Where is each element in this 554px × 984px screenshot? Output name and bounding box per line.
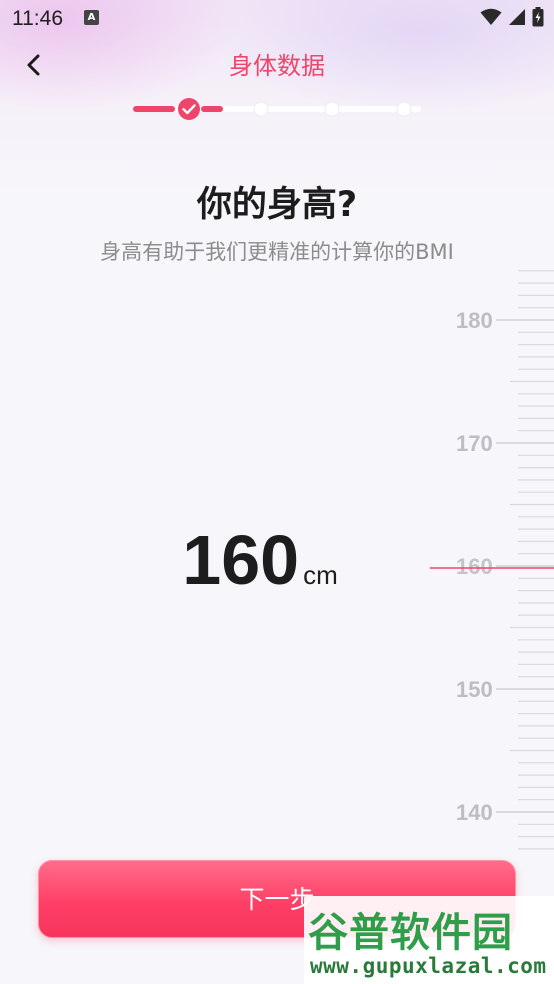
page-title: 身体数据 bbox=[229, 52, 325, 80]
status-bar: 11:46 A bbox=[0, 0, 554, 38]
ruler-label: 180 bbox=[456, 308, 493, 333]
height-unit: cm bbox=[303, 560, 338, 590]
stepper-step-current bbox=[178, 98, 200, 120]
watermark-title: 谷普软件园 bbox=[308, 910, 513, 956]
watermark-url: www.gupuxlazal.com bbox=[310, 954, 547, 978]
status-indicators bbox=[480, 7, 544, 27]
ruler-label: 160 bbox=[456, 554, 493, 579]
question-title: 你的身高? bbox=[196, 185, 358, 225]
notification-a-icon: A bbox=[84, 10, 99, 25]
stepper-step-3 bbox=[324, 101, 340, 117]
height-value: 160 bbox=[182, 521, 300, 599]
watermark: 谷普软件园 www.gupuxlazal.com bbox=[304, 896, 554, 984]
progress-stepper bbox=[132, 96, 422, 122]
ruler-label: 170 bbox=[456, 431, 493, 456]
ruler-label: 150 bbox=[456, 677, 493, 702]
stepper-step-2 bbox=[253, 101, 269, 117]
status-time: 11:46 bbox=[12, 7, 63, 30]
ruler-label: 140 bbox=[456, 800, 493, 825]
stepper-step-4 bbox=[396, 101, 412, 117]
app-header: 身体数据 bbox=[0, 38, 554, 88]
height-ruler[interactable]: 180 170 160 150 140 bbox=[430, 260, 554, 880]
signal-icon bbox=[509, 9, 525, 25]
wifi-icon bbox=[480, 8, 502, 25]
battery-icon bbox=[532, 7, 544, 27]
